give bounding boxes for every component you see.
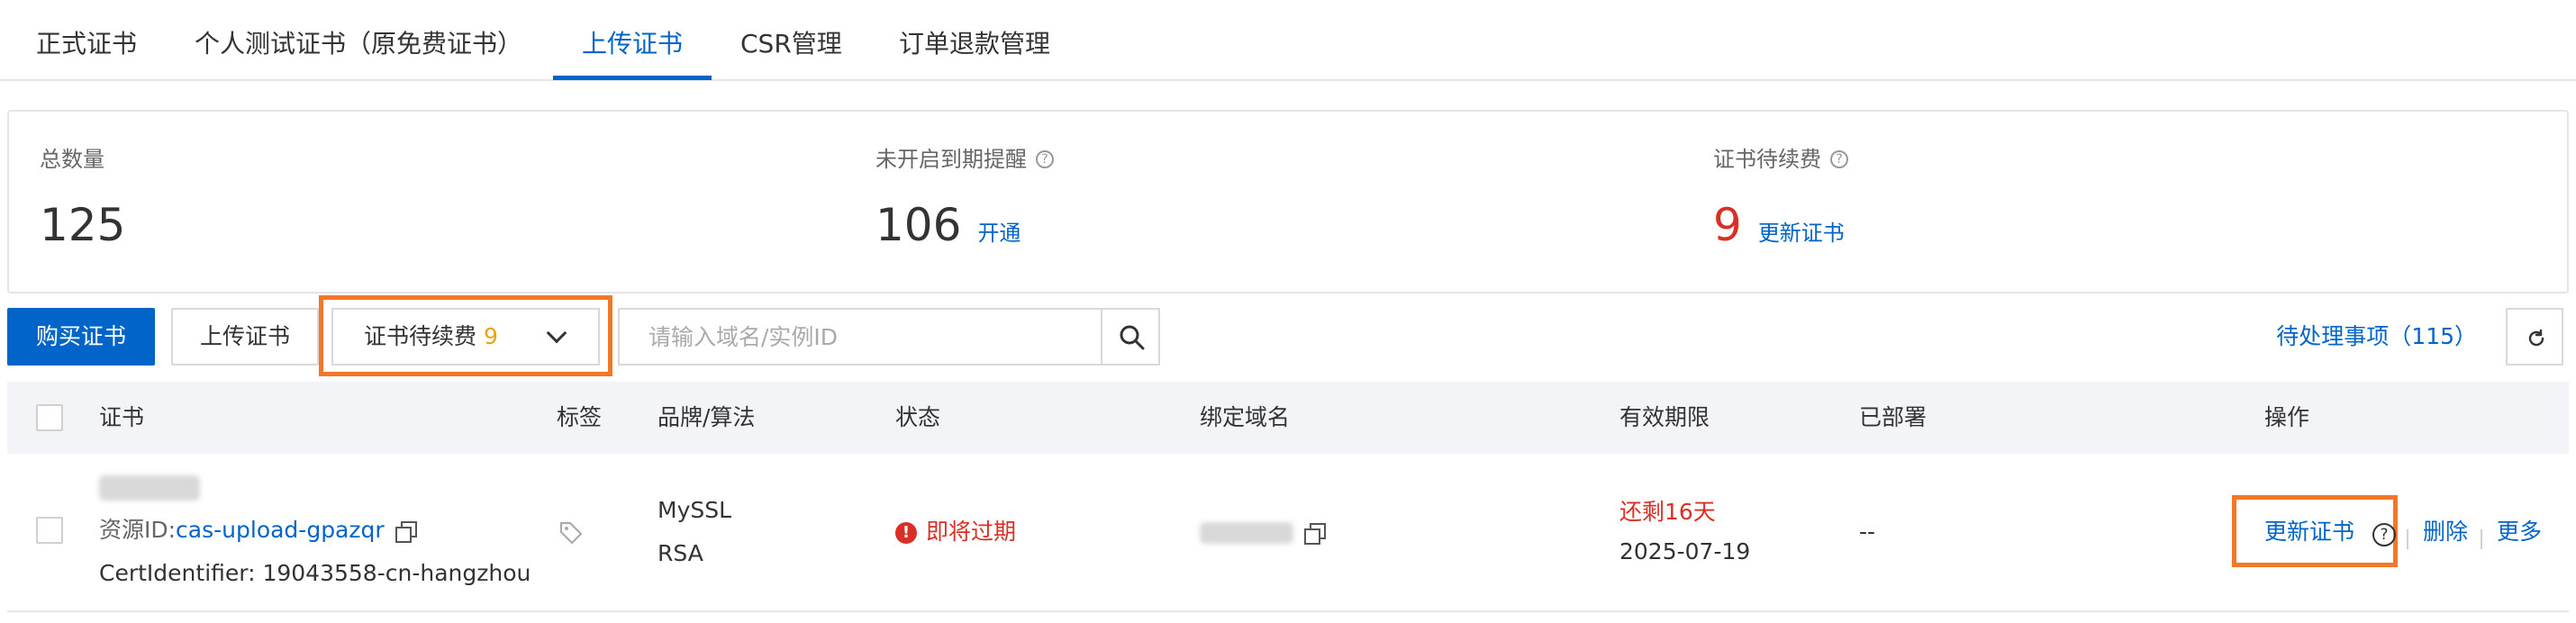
- status-text: 即将过期: [926, 519, 1017, 545]
- stat-renewal-label: 证书待续费: [1713, 147, 1821, 172]
- stat-total-label: 总数量: [40, 144, 125, 175]
- warning-icon: !: [895, 522, 917, 544]
- copy-icon[interactable]: [395, 521, 417, 543]
- tag-icon[interactable]: [558, 520, 584, 546]
- row-checkbox[interactable]: [36, 517, 63, 544]
- delete-label[interactable]: 删除: [2423, 519, 2468, 545]
- status-cell: ! 即将过期: [895, 517, 1016, 547]
- tab-csr-management[interactable]: CSR管理: [740, 25, 842, 63]
- bound-domain-cell: [1200, 517, 1326, 547]
- column-header-certificate: 证书: [99, 404, 145, 430]
- table-row: 资源ID:cas-upload-gpazqr CertIdentifier: 1…: [7, 454, 2569, 612]
- column-header-status: 状态: [895, 404, 941, 430]
- tab-refund-management[interactable]: 订单退款管理: [899, 25, 1050, 63]
- certificate-name-redacted: [99, 475, 200, 501]
- stat-reminder-value: 106: [875, 199, 962, 251]
- active-tab-indicator: [553, 76, 712, 80]
- select-all-checkbox[interactable]: [36, 404, 63, 431]
- more-label[interactable]: 更多: [2497, 519, 2542, 545]
- upload-certificate-button[interactable]: 上传证书: [171, 308, 319, 366]
- status-filter-label: 证书待续费 9: [364, 310, 498, 364]
- resource-id-line: 资源ID:cas-upload-gpazqr: [99, 515, 417, 546]
- column-header-brand-algorithm: 品牌/算法: [658, 404, 756, 430]
- algorithm-text: RSA: [658, 540, 703, 566]
- column-header-validity: 有效期限: [1619, 404, 1710, 430]
- tab-upload-certificates[interactable]: 上传证书: [582, 25, 683, 63]
- refresh-icon: [2528, 329, 2544, 347]
- stat-total: 总数量 125: [40, 144, 125, 252]
- column-header-bound-domain: 绑定域名: [1200, 404, 1291, 430]
- action-divider: [2481, 529, 2482, 549]
- stat-total-value: 125: [40, 199, 126, 251]
- bound-domain-redacted: [1200, 522, 1293, 544]
- brand-text: MySSL: [658, 497, 732, 523]
- help-icon[interactable]: ?: [1830, 150, 1848, 168]
- summary-card: 总数量 125 未开启到期提醒 ? 106 开通 证书待续费 ? 9 更新证书: [7, 110, 2569, 293]
- remaining-days: 还剩16天: [1619, 499, 1716, 525]
- deployed-value: --: [1859, 519, 1876, 545]
- pending-items-link[interactable]: 待处理事项（115）: [2276, 308, 2477, 366]
- status-filter-text: 证书待续费: [364, 323, 477, 349]
- expiry-date: 2025-07-19: [1619, 538, 1751, 564]
- renew-certificate-link[interactable]: 更新证书: [1758, 215, 1845, 247]
- renew-action-cell: 更新证书 ?: [2264, 517, 2396, 547]
- stat-reminder-label: 未开启到期提醒: [875, 147, 1027, 172]
- chevron-down-icon: [546, 322, 567, 344]
- buy-certificate-button[interactable]: 购买证书: [7, 308, 155, 366]
- tab-formal-certificates[interactable]: 正式证书: [36, 25, 137, 63]
- search-button[interactable]: [1101, 308, 1160, 366]
- resource-id-link[interactable]: cas-upload-gpazqr: [176, 517, 385, 543]
- action-divider: [2407, 529, 2408, 549]
- resource-id-prefix: 资源ID:: [99, 517, 177, 543]
- help-icon[interactable]: ?: [2372, 523, 2396, 546]
- stat-total-label-text: 总数量: [40, 147, 104, 172]
- table-header: 证书 标签 品牌/算法 状态 绑定域名 有效期限 已部署 操作: [7, 382, 2569, 454]
- tab-bar: 正式证书 个人测试证书（原免费证书） 上传证书 CSR管理 订单退款管理: [0, 0, 2576, 81]
- column-header-tags: 标签: [557, 404, 603, 430]
- stat-renewal-value: 9: [1713, 199, 1742, 251]
- stat-reminder: 未开启到期提醒 ? 106 开通: [875, 144, 1054, 252]
- status-filter-select[interactable]: 证书待续费 9: [331, 308, 600, 366]
- help-icon[interactable]: ?: [1036, 150, 1054, 168]
- search-input[interactable]: [618, 308, 1101, 366]
- delete-button[interactable]: 删除: [2423, 517, 2468, 547]
- cert-identifier: CertIdentifier: 19043558-cn-hangzhou: [99, 560, 531, 586]
- status-filter-count: 9: [484, 323, 498, 349]
- copy-icon[interactable]: [1304, 523, 1326, 545]
- column-header-actions: 操作: [2264, 404, 2310, 430]
- stat-renewal: 证书待续费 ? 9 更新证书: [1713, 144, 1848, 252]
- enable-reminder-link[interactable]: 开通: [977, 215, 1020, 247]
- column-header-deployed: 已部署: [1859, 404, 1927, 430]
- tab-personal-test-certificates[interactable]: 个人测试证书（原免费证书）: [195, 25, 522, 63]
- search-icon: [1120, 325, 1145, 350]
- more-button[interactable]: 更多: [2497, 517, 2542, 547]
- refresh-button[interactable]: [2506, 308, 2563, 366]
- renew-certificate-button[interactable]: 更新证书: [2264, 519, 2354, 545]
